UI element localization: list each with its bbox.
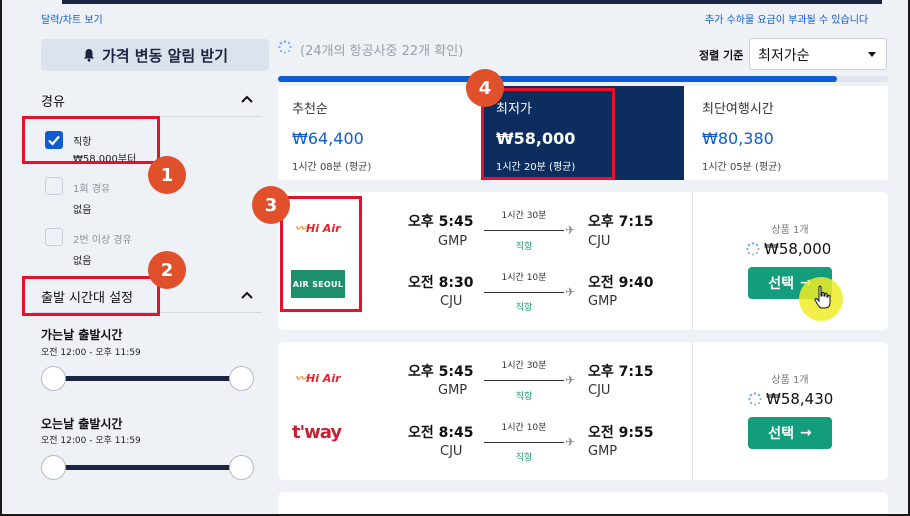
arrival-time: 오전 9:55 xyxy=(588,425,654,441)
route-line xyxy=(484,292,564,293)
result-price: ₩58,000 xyxy=(764,240,832,258)
arrow-right-icon: → xyxy=(800,425,812,441)
outbound-time-slider[interactable] xyxy=(54,376,242,381)
caret-down-icon xyxy=(868,52,876,57)
airplane-icon: ✈ xyxy=(565,373,576,387)
airline-check-status: (24개의 항공사중 22개 확인) xyxy=(300,44,464,59)
stops-label: 직항 xyxy=(515,242,533,252)
one-stop-label: 1회 경유 xyxy=(73,184,111,195)
loading-spinner-icon xyxy=(278,40,292,54)
flight-duration: 1시간 30분 xyxy=(501,211,547,221)
top-edge-bar xyxy=(62,0,882,4)
flight-duration: 1시간 30분 xyxy=(501,361,547,371)
outbound-departure-label: 가는날 출발시간 xyxy=(41,328,123,342)
tab-recommended[interactable]: 추천순 ₩64,400 1시간 08분 (평균) xyxy=(278,86,468,180)
highlight-box xyxy=(22,276,160,316)
route-line xyxy=(484,380,564,381)
arrival-airport: GMP xyxy=(588,294,618,309)
two-plus-stops-label: 2번 이상 경유 xyxy=(73,235,132,246)
hi-air-logo: 〰Hi Air xyxy=(295,372,341,385)
inbound-slider-max-handle[interactable] xyxy=(229,455,254,480)
search-progress-fill xyxy=(278,76,838,82)
outbound-slider-min-handle[interactable] xyxy=(41,366,66,391)
stops-label: 직항 xyxy=(515,392,533,402)
step-marker: 3 xyxy=(252,186,290,224)
highlight-box xyxy=(481,88,615,180)
tway-logo: t'way xyxy=(292,422,342,443)
tab-price: ₩80,380 xyxy=(702,129,774,148)
arrival-time: 오후 7:15 xyxy=(588,364,654,380)
select-label: 선택 xyxy=(768,276,795,292)
bell-icon xyxy=(83,49,94,62)
step-marker: 4 xyxy=(466,69,504,107)
sort-label: 정렬 기준 xyxy=(699,49,744,62)
inbound-time-slider[interactable] xyxy=(54,465,242,470)
airplane-icon: ✈ xyxy=(565,285,576,299)
tab-duration: 1시간 05분 (평균) xyxy=(702,162,782,173)
outbound-departure-range: 오전 12:00 - 오후 11:59 xyxy=(41,348,141,358)
airplane-icon: ✈ xyxy=(565,223,576,237)
flight-duration: 1시간 10분 xyxy=(501,423,547,433)
flight-result-card[interactable] xyxy=(278,492,888,514)
highlight-box xyxy=(280,196,362,312)
tab-duration: 1시간 08분 (평균) xyxy=(292,162,372,173)
select-button[interactable]: 선택 → xyxy=(748,417,832,449)
arrival-airport: CJU xyxy=(588,234,611,249)
stops-label: 직항 xyxy=(515,303,533,313)
price-alert-label: 가격 변동 알림 받기 xyxy=(101,46,229,65)
flight-result-card[interactable]: 〰Hi Air t'way 오후 5:45 GMP 1시간 30분 ✈ 직항 오… xyxy=(278,342,888,480)
tab-label: 추천순 xyxy=(292,102,328,117)
app-window: 달력/차트 보기 추가 수하물 요금이 부과될 수 있습니다 가격 변동 알림 … xyxy=(0,0,910,516)
arrival-time: 오전 9:40 xyxy=(588,275,654,291)
inbound-slider-min-handle[interactable] xyxy=(41,455,66,480)
outbound-slider-max-handle[interactable] xyxy=(229,366,254,391)
hand-cursor-icon xyxy=(814,285,831,309)
two-plus-stops-checkbox[interactable] xyxy=(45,228,63,246)
step-marker: 1 xyxy=(148,156,186,194)
card-divider xyxy=(692,192,693,330)
tab-label: 최단여행시간 xyxy=(702,102,774,117)
one-stop-checkbox[interactable] xyxy=(45,177,63,195)
stops-filter-title: 경유 xyxy=(41,95,65,110)
two-plus-stops-availability: 없음 xyxy=(73,256,92,267)
arrival-airport: CJU xyxy=(588,383,611,398)
stops-label: 직항 xyxy=(515,453,533,463)
sort-select[interactable]: 최저가순 xyxy=(749,38,887,70)
result-price: ₩58,430 xyxy=(766,390,834,408)
chevron-up-icon[interactable] xyxy=(241,95,253,103)
loading-spinner-icon xyxy=(746,242,760,256)
departure-time: 오전 8:30 xyxy=(408,275,474,291)
highlight-box xyxy=(22,116,160,164)
departure-time: 오전 8:45 xyxy=(408,425,474,441)
step-marker: 2 xyxy=(148,251,186,289)
airplane-icon: ✈ xyxy=(565,435,576,449)
flight-result-card[interactable]: 〰Hi Air AIR SEOUL 오후 5:45 GMP 1시간 30분 ✈ … xyxy=(278,192,888,330)
tab-fastest[interactable]: 최단여행시간 ₩80,380 1시간 05분 (평균) xyxy=(688,86,888,180)
departure-time: 오후 5:45 xyxy=(408,364,474,380)
route-line xyxy=(484,442,564,443)
departure-airport: CJU xyxy=(440,294,463,309)
departure-airport: GMP xyxy=(438,234,468,249)
card-divider xyxy=(692,342,693,480)
loading-spinner-icon xyxy=(748,392,762,406)
baggage-fee-notice-link[interactable]: 추가 수하물 요금이 부과될 수 있습니다 xyxy=(705,11,868,26)
departure-airport: GMP xyxy=(438,383,468,398)
one-stop-availability: 없음 xyxy=(73,205,92,216)
price-alert-button[interactable]: 가격 변동 알림 받기 xyxy=(41,39,269,71)
flight-duration: 1시간 10분 xyxy=(501,273,547,283)
sort-selected-value: 최저가순 xyxy=(758,48,810,64)
product-count: 상품 1개 xyxy=(771,375,809,386)
arrival-time: 오후 7:15 xyxy=(588,214,654,230)
departure-airport: CJU xyxy=(440,444,463,459)
calendar-chart-link[interactable]: 달력/차트 보기 xyxy=(41,11,103,26)
inbound-departure-label: 오는날 출발시간 xyxy=(41,417,123,431)
chevron-up-icon[interactable] xyxy=(241,291,253,299)
product-count: 상품 1개 xyxy=(771,225,809,236)
tab-price: ₩64,400 xyxy=(292,129,364,148)
select-label: 선택 xyxy=(768,426,795,442)
departure-time: 오후 5:45 xyxy=(408,214,474,230)
inbound-departure-range: 오전 12:00 - 오후 11:59 xyxy=(41,436,141,446)
route-line xyxy=(484,230,564,231)
arrival-airport: GMP xyxy=(588,444,618,459)
